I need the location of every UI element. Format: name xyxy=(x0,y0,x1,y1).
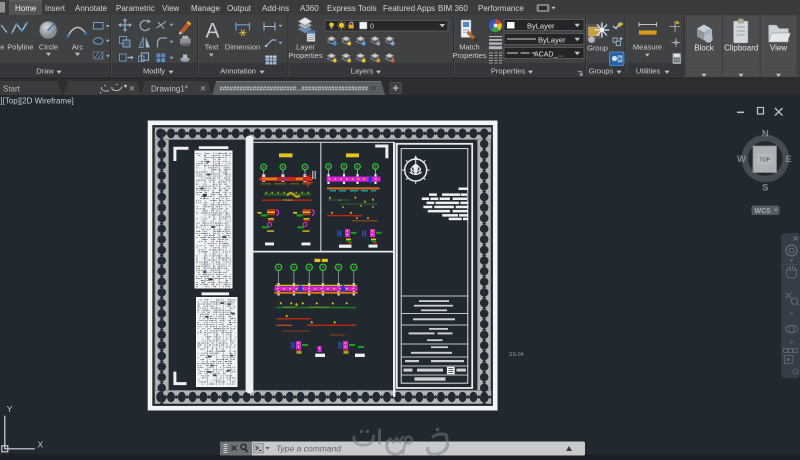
svg-text:#######################...####: #######################...##############… xyxy=(220,87,369,93)
svg-text:e: e xyxy=(0,43,4,52)
svg-text:A360: A360 xyxy=(300,4,319,13)
svg-text:Insert: Insert xyxy=(45,4,66,13)
svg-text:E: E xyxy=(785,154,791,165)
svg-text:Dimension: Dimension xyxy=(225,43,260,52)
svg-text:Clipboard: Clipboard xyxy=(724,44,758,53)
svg-text:X: X xyxy=(38,440,44,450)
svg-text:A: A xyxy=(205,20,219,43)
svg-text:Layers: Layers xyxy=(351,67,374,76)
svg-text:Drawing1*: Drawing1* xyxy=(151,84,188,93)
svg-text:Type a command: Type a command xyxy=(276,444,341,454)
svg-text:Add-ins: Add-ins xyxy=(262,4,289,13)
svg-text:SS-04: SS-04 xyxy=(509,352,524,358)
svg-text:Featured Apps: Featured Apps xyxy=(383,4,435,13)
svg-text:Annotate: Annotate xyxy=(75,4,108,13)
svg-text:Express Tools: Express Tools xyxy=(327,4,377,13)
svg-text:Home: Home xyxy=(15,4,37,13)
svg-text:View: View xyxy=(770,44,787,53)
svg-text:Y: Y xyxy=(7,404,13,414)
svg-text:TOP: TOP xyxy=(759,158,771,164)
svg-text:Polyline: Polyline xyxy=(7,43,33,52)
svg-text:ByLayer: ByLayer xyxy=(538,35,566,44)
svg-text:Circle: Circle xyxy=(39,43,58,52)
svg-text:Groups: Groups xyxy=(589,67,614,76)
svg-text:Output: Output xyxy=(227,4,252,13)
svg-text:0: 0 xyxy=(370,23,374,30)
svg-text:S: S xyxy=(762,183,768,194)
svg-text:Arc: Arc xyxy=(72,43,84,52)
svg-text:Utilities: Utilities xyxy=(636,67,660,76)
svg-text:WCS: WCS xyxy=(755,208,772,215)
svg-text:Text: Text xyxy=(205,43,220,52)
svg-text:Measure: Measure xyxy=(633,43,662,52)
svg-text:W: W xyxy=(737,154,746,165)
svg-text:N: N xyxy=(762,129,769,140)
svg-text:Parametric: Parametric xyxy=(116,4,155,13)
svg-text:ByLayer: ByLayer xyxy=(527,21,555,30)
svg-text:Draw: Draw xyxy=(36,67,54,76)
svg-text:Modify: Modify xyxy=(143,67,165,76)
svg-text:Properties: Properties xyxy=(491,67,525,76)
svg-text:BIM 360: BIM 360 xyxy=(438,4,468,13)
svg-text:Performance: Performance xyxy=(478,4,524,13)
svg-text:Group: Group xyxy=(587,44,608,53)
svg-text:Properties: Properties xyxy=(288,51,322,60)
svg-text:Annotation: Annotation xyxy=(220,67,256,76)
svg-text:Start: Start xyxy=(3,84,21,93)
svg-text:ACAD_...: ACAD_... xyxy=(534,51,563,58)
svg-text:View: View xyxy=(162,4,179,13)
svg-text:Manage: Manage xyxy=(191,4,220,13)
svg-text:Block: Block xyxy=(694,44,715,53)
svg-text:[-][Top][2D Wireframe]: [-][Top][2D Wireframe] xyxy=(0,97,74,106)
svg-text:Properties: Properties xyxy=(452,51,486,60)
